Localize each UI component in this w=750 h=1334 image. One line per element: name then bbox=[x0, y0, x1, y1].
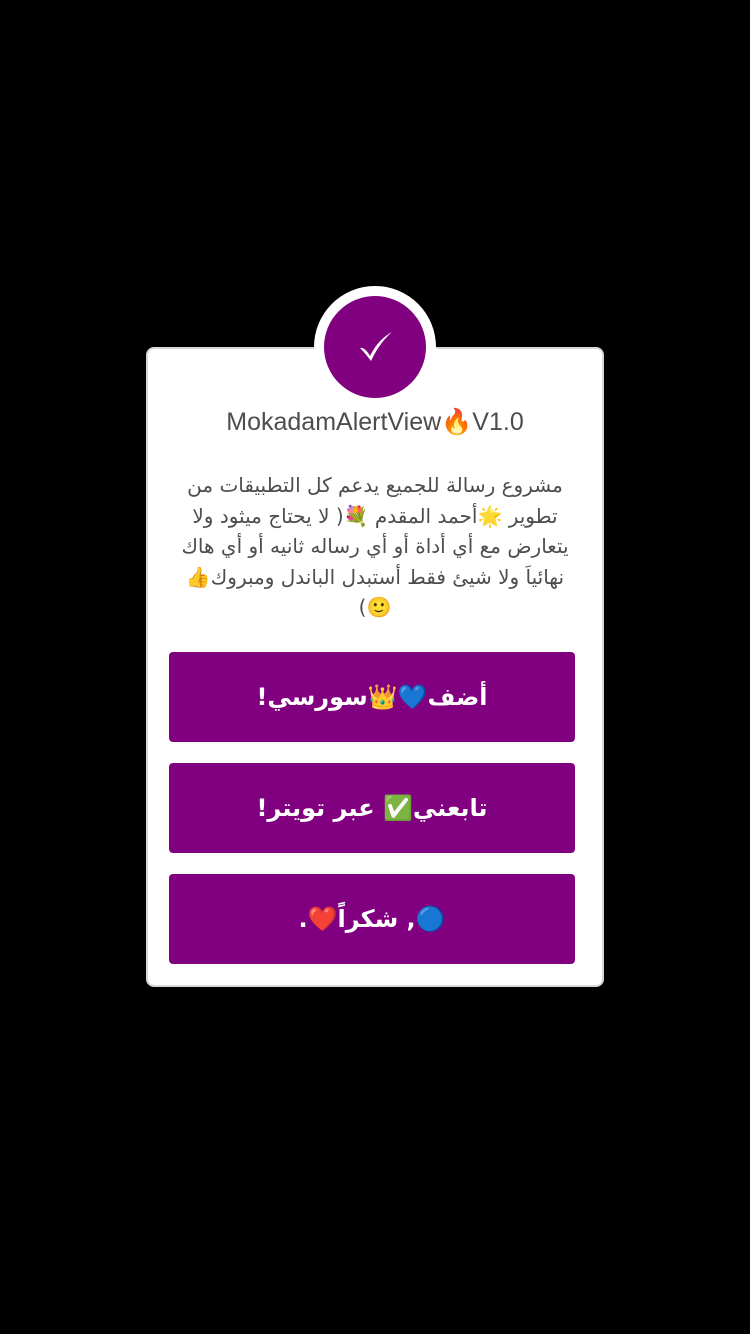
thanks-button[interactable]: 🔵, شكراً❤️. bbox=[169, 874, 575, 964]
alert-badge bbox=[314, 286, 436, 408]
alert-message: مشروع رسالة للجميع يدعم كل التطبيقات من … bbox=[181, 473, 569, 619]
checkmark-icon bbox=[360, 332, 392, 361]
alert-title: MokadamAlertView🔥V1.0 bbox=[226, 408, 524, 436]
follow-twitter-button[interactable]: تابعني✅ عبر تويتر! bbox=[169, 763, 575, 853]
add-source-button[interactable]: أضف💙👑سورسي! bbox=[169, 652, 575, 742]
screen: MokadamAlertView🔥V1.0 مشروع رسالة للجميع… bbox=[0, 0, 750, 1334]
badge-circle bbox=[324, 296, 426, 398]
